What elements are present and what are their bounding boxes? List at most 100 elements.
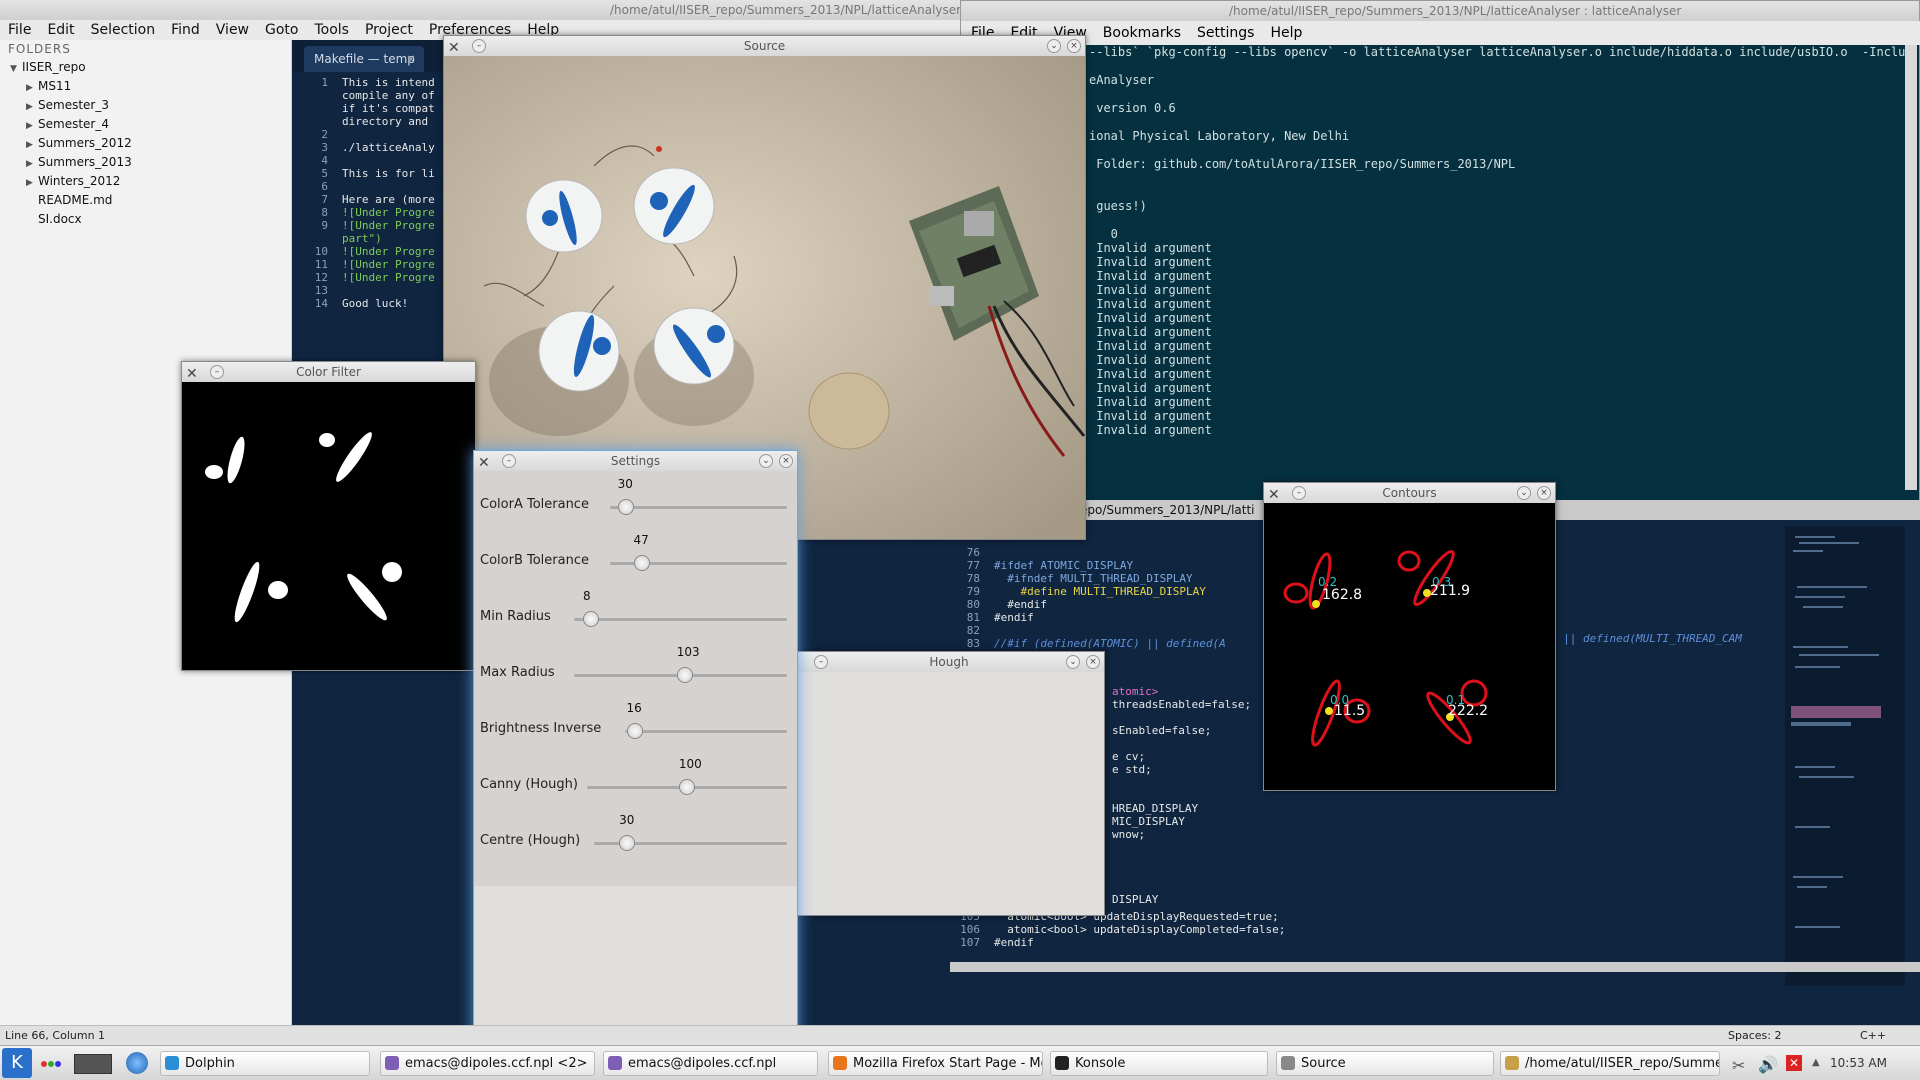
taskbar-task[interactable]: Mozilla Firefox Start Page - Mo xyxy=(828,1051,1043,1076)
close-icon[interactable]: × xyxy=(779,454,793,468)
slider-value: 100 xyxy=(678,757,702,771)
scissors-icon[interactable]: ✂ xyxy=(1732,1056,1745,1075)
activity-icon[interactable] xyxy=(40,1058,62,1072)
shade-icon[interactable]: ⌄ xyxy=(1047,39,1061,53)
source-titlebar[interactable]: ✕ – Source ⌄ × xyxy=(444,36,1085,56)
shade-icon[interactable]: ⌄ xyxy=(1066,655,1080,669)
menu-item-view[interactable]: View xyxy=(216,20,249,40)
color-filter-window[interactable]: ✕ – Color Filter xyxy=(181,361,476,671)
task-label: emacs@dipoles.ccf.npl xyxy=(628,1056,777,1071)
contours-window[interactable]: ✕ – Contours ⌄ × 0.2 162.8 0.3 211.9 0.0… xyxy=(1263,482,1556,791)
syntax-setting[interactable]: C++ xyxy=(1860,1026,1886,1046)
volume-icon[interactable]: 🔊 xyxy=(1758,1055,1778,1074)
close-icon[interactable]: × xyxy=(1067,39,1081,53)
menu-item-goto[interactable]: Goto xyxy=(265,20,298,40)
terminal-line: Invalid argument xyxy=(1089,367,1212,381)
hough-window[interactable]: – Hough ⌄ × xyxy=(793,651,1105,916)
tree-item[interactable]: ▶ Winters_2012 xyxy=(0,172,291,191)
tree-item[interactable]: ▶ Semester_3 xyxy=(0,96,291,115)
hough-titlebar[interactable]: – Hough ⌄ × xyxy=(794,652,1104,672)
close-icon[interactable]: × xyxy=(1537,486,1551,500)
line-number: 11 xyxy=(314,258,328,271)
taskbar-task[interactable]: emacs@dipoles.ccf.npl <2> xyxy=(380,1051,595,1076)
indent-setting[interactable]: Spaces: 2 xyxy=(1728,1026,1781,1046)
tree-item[interactable]: ▶ Summers_2013 xyxy=(0,153,291,172)
clock[interactable]: 10:53 AM xyxy=(1830,1056,1887,1070)
taskbar-task[interactable]: Source xyxy=(1276,1051,1494,1076)
line-number: 82 xyxy=(966,624,980,637)
tray-expand-icon[interactable]: ▲ xyxy=(1812,1057,1820,1068)
expanded-arrow-icon[interactable]: ▼ xyxy=(10,60,22,79)
konsole-menu-help[interactable]: Help xyxy=(1270,21,1302,45)
taskbar-task[interactable]: Konsole xyxy=(1050,1051,1268,1076)
slider-thumb[interactable] xyxy=(676,667,693,683)
tree-item[interactable]: ▶ MS11 xyxy=(0,77,291,96)
minimize-icon[interactable]: – xyxy=(814,655,828,669)
menu-item-tools[interactable]: Tools xyxy=(314,20,349,40)
slider-thumb[interactable] xyxy=(617,499,634,515)
tree-item[interactable]: ▼ IISER_repo xyxy=(0,58,291,77)
color-filter-titlebar[interactable]: ✕ – Color Filter xyxy=(182,362,475,382)
konsole-menu-bookmarks[interactable]: Bookmarks xyxy=(1103,21,1181,45)
terminal-line: Invalid argument xyxy=(1089,339,1212,353)
settings-window[interactable]: ✕ – Settings ⌄ × ColorA Tolerance 30 Color… xyxy=(473,450,798,1080)
settings-titlebar[interactable]: ✕ – Settings ⌄ × xyxy=(474,451,797,471)
alert-icon[interactable]: ✕ xyxy=(1786,1055,1802,1071)
tab-makefile[interactable]: Makefile — temp × xyxy=(304,46,424,72)
slider-label: ColorA Tolerance xyxy=(480,497,589,512)
konsole-menu-settings[interactable]: Settings xyxy=(1197,21,1254,45)
taskbar-task[interactable]: emacs@dipoles.ccf.npl xyxy=(603,1051,818,1076)
tree-item[interactable]: ▶ Summers_2012 xyxy=(0,134,291,153)
shade-icon[interactable]: ⌄ xyxy=(759,454,773,468)
tree-item[interactable]: SI.docx xyxy=(0,210,291,229)
taskbar-task[interactable]: Dolphin xyxy=(160,1051,370,1076)
line-text: #endif xyxy=(994,936,1034,949)
menu-item-project[interactable]: Project xyxy=(365,20,413,40)
tree-item[interactable]: ▶ Semester_4 xyxy=(0,115,291,134)
slider-thumb[interactable] xyxy=(626,723,643,739)
slider-track[interactable] xyxy=(574,618,787,621)
emacs-hscrollbar[interactable] xyxy=(950,962,1920,972)
konsole-scrollbar[interactable] xyxy=(1905,45,1917,490)
code-line: 107 #endif xyxy=(952,936,1285,949)
slider-thumb[interactable] xyxy=(678,779,695,795)
konsole-window: /home/atul/IISER_repo/Summers_2013/NPL/l… xyxy=(960,0,1920,515)
app-x-icon: ✕ xyxy=(186,366,198,382)
menu-item-find[interactable]: Find xyxy=(171,20,200,40)
taskbar-task[interactable]: /home/atul/IISER_repo/Summe xyxy=(1500,1051,1720,1076)
close-icon[interactable]: × xyxy=(1086,655,1100,669)
terminal-output[interactable]: --libs` `pkg-config --libs opencv` -o la… xyxy=(1089,45,1905,437)
task-app-icon xyxy=(1055,1056,1069,1070)
line-text: #endif xyxy=(994,598,1047,611)
minimize-icon[interactable]: – xyxy=(472,39,486,53)
line-number: 106 xyxy=(960,923,980,936)
tab-close-icon[interactable]: × xyxy=(406,46,416,72)
contours-titlebar[interactable]: ✕ – Contours ⌄ × xyxy=(1264,483,1555,503)
line-text: Here are (more xyxy=(342,193,435,206)
kde-menu-icon[interactable]: K xyxy=(2,1048,32,1078)
shade-icon[interactable]: ⌄ xyxy=(1517,486,1531,500)
menu-item-selection[interactable]: Selection xyxy=(91,20,156,40)
menu-item-edit[interactable]: Edit xyxy=(47,20,74,40)
minimize-icon[interactable]: – xyxy=(210,365,224,379)
code-line: 83 //#if (defined(ATOMIC) || defined(A xyxy=(952,637,1285,650)
slider-label: ColorB Tolerance xyxy=(480,553,589,568)
minimize-icon[interactable]: – xyxy=(502,454,516,468)
line-number: 12 xyxy=(314,271,328,284)
slider-thumb[interactable] xyxy=(619,835,636,851)
slider-track[interactable] xyxy=(609,506,787,509)
tree-item[interactable]: README.md xyxy=(0,191,291,210)
terminal-line: Invalid argument xyxy=(1089,241,1212,255)
slider-thumb[interactable] xyxy=(633,555,650,571)
network-icon[interactable] xyxy=(126,1052,148,1074)
menu-item-file[interactable]: File xyxy=(8,20,31,40)
slider-thumb[interactable] xyxy=(583,611,600,627)
slider-track[interactable] xyxy=(624,730,787,733)
minimize-icon[interactable]: – xyxy=(1292,486,1306,500)
minimap[interactable] xyxy=(1785,526,1905,986)
pager-icon[interactable] xyxy=(74,1054,112,1074)
